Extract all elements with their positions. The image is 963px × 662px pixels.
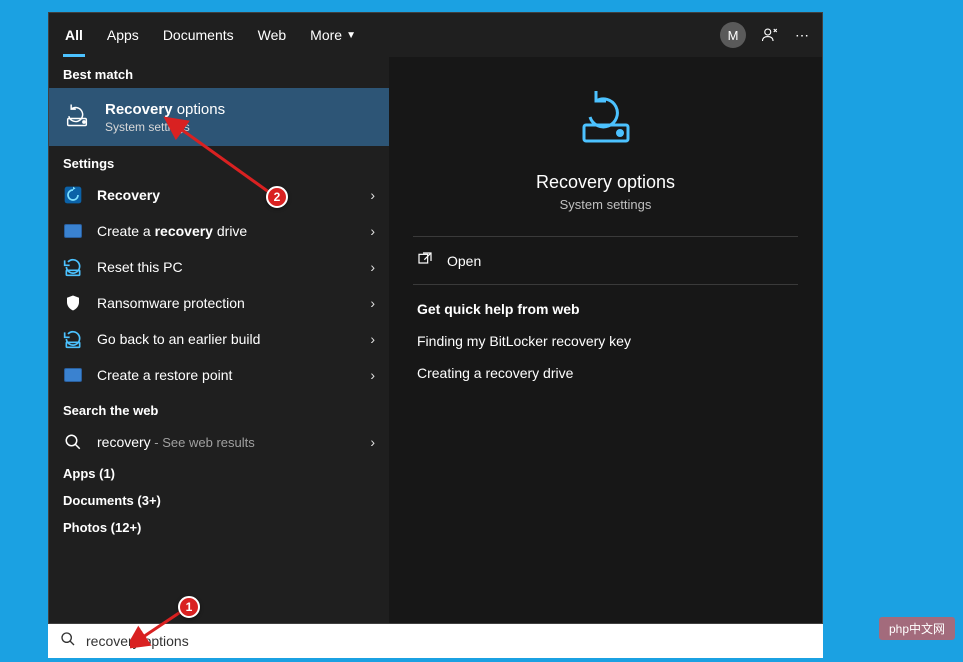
- monitor-icon: [63, 365, 83, 385]
- windows-search-panel: All Apps Documents Web More ▼ M ⋯ Best ma…: [48, 12, 823, 624]
- settings-row-restore-point[interactable]: Create a restore point ›: [49, 357, 389, 393]
- tab-web[interactable]: Web: [246, 13, 299, 57]
- row-ransomware-label: Ransomware protection: [97, 295, 356, 311]
- more-options-icon[interactable]: ⋯: [786, 19, 818, 51]
- chevron-right-icon: ›: [370, 295, 375, 311]
- search-icon: [63, 432, 83, 452]
- tab-more-label: More: [310, 27, 342, 43]
- help-link-recovery-drive[interactable]: Creating a recovery drive: [413, 357, 798, 389]
- best-match-title-bold: Recovery: [105, 101, 173, 118]
- annotation-badge-2: 2: [266, 186, 288, 208]
- row-create-drive-post: drive: [213, 223, 247, 239]
- search-icon: [60, 631, 76, 652]
- go-back-icon: [63, 329, 83, 349]
- web-suffix: - See web results: [151, 435, 255, 450]
- web-term: recovery: [97, 434, 151, 450]
- watermark: php中文网: [879, 617, 955, 640]
- panel-body: Best match Recovery options System setti…: [49, 57, 822, 623]
- settings-row-go-back[interactable]: Go back to an earlier build ›: [49, 321, 389, 357]
- chevron-right-icon: ›: [370, 223, 375, 239]
- settings-row-reset-pc[interactable]: Reset this PC ›: [49, 249, 389, 285]
- reset-icon: [63, 257, 83, 277]
- tab-apps-label: Apps: [107, 27, 139, 43]
- open-icon: [417, 251, 433, 270]
- best-match-text: Recovery options System settings: [105, 101, 225, 134]
- row-reset-pc-label: Reset this PC: [97, 259, 356, 275]
- settings-row-recovery[interactable]: Recovery ›: [49, 177, 389, 213]
- chevron-right-icon: ›: [370, 367, 375, 383]
- shield-icon: [63, 293, 83, 313]
- user-avatar[interactable]: M: [720, 22, 746, 48]
- annotation-badge-1: 1: [178, 596, 200, 618]
- best-match-label: Best match: [49, 57, 389, 88]
- chevron-right-icon: ›: [370, 434, 375, 450]
- chevron-down-icon: ▼: [346, 30, 356, 41]
- tab-all-label: All: [65, 27, 83, 43]
- best-match-title-rest: options: [173, 101, 226, 118]
- tab-web-label: Web: [258, 27, 287, 43]
- search-tabs: All Apps Documents Web More ▼ M ⋯: [49, 13, 822, 57]
- search-web-label: Search the web: [49, 393, 389, 424]
- chevron-right-icon: ›: [370, 331, 375, 347]
- feedback-icon[interactable]: [754, 19, 786, 51]
- help-link-bitlocker[interactable]: Finding my BitLocker recovery key: [413, 325, 798, 357]
- quick-help-label: Get quick help from web: [413, 285, 798, 325]
- preview-recovery-icon: [574, 85, 638, 154]
- tab-documents[interactable]: Documents: [151, 13, 246, 57]
- preview-column: Recovery options System settings Open Ge…: [389, 57, 822, 623]
- row-create-drive-bold: recovery: [155, 223, 213, 239]
- avatar-letter: M: [728, 28, 739, 43]
- row-create-drive-pre: Create a: [97, 223, 155, 239]
- monitor-icon: [63, 221, 83, 241]
- settings-row-ransomware[interactable]: Ransomware protection ›: [49, 285, 389, 321]
- taskbar-search-box[interactable]: [48, 624, 823, 658]
- tab-more[interactable]: More ▼: [298, 13, 368, 57]
- apps-count-row[interactable]: Apps (1): [49, 460, 389, 487]
- preview-subtitle: System settings: [560, 197, 652, 212]
- settings-row-create-recovery-drive[interactable]: Create a recovery drive ›: [49, 213, 389, 249]
- web-result-row[interactable]: recovery - See web results ›: [49, 424, 389, 460]
- settings-app-icon: [63, 185, 83, 205]
- best-match-subtitle: System settings: [105, 120, 225, 134]
- chevron-right-icon: ›: [370, 187, 375, 203]
- row-restore-label: Create a restore point: [97, 367, 356, 383]
- open-label: Open: [447, 253, 481, 269]
- photos-count-row[interactable]: Photos (12+): [49, 514, 389, 541]
- preview-title: Recovery options: [536, 172, 675, 193]
- documents-count-row[interactable]: Documents (3+): [49, 487, 389, 514]
- tab-documents-label: Documents: [163, 27, 234, 43]
- row-recovery-label: Recovery: [97, 187, 160, 203]
- tab-all[interactable]: All: [53, 13, 95, 57]
- open-action[interactable]: Open: [413, 237, 798, 284]
- tab-apps[interactable]: Apps: [95, 13, 151, 57]
- row-go-back-label: Go back to an earlier build: [97, 331, 356, 347]
- best-match-result[interactable]: Recovery options System settings: [49, 88, 389, 146]
- search-input[interactable]: [86, 633, 811, 649]
- settings-label: Settings: [49, 146, 389, 177]
- chevron-right-icon: ›: [370, 259, 375, 275]
- recovery-icon: [63, 101, 91, 134]
- results-column: Best match Recovery options System setti…: [49, 57, 389, 623]
